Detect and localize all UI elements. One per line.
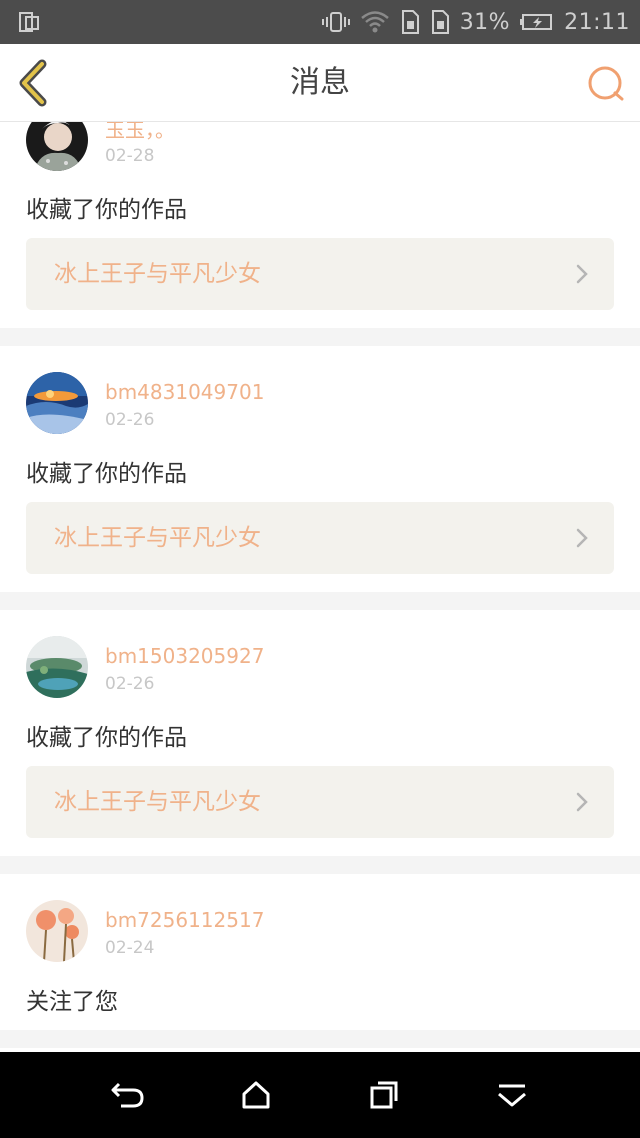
search-button[interactable] — [586, 64, 626, 104]
back-icon — [111, 1082, 144, 1108]
nav-recents-button[interactable] — [344, 1052, 424, 1138]
message-action: 收藏了你的作品 — [26, 197, 187, 223]
avatar[interactable] — [26, 372, 88, 434]
chevron-right-icon — [574, 790, 590, 814]
recents-icon — [370, 1081, 398, 1109]
nav-home-button[interactable] — [216, 1052, 296, 1138]
username[interactable]: 玉玉，。 — [105, 122, 175, 143]
message-date: 02-24 — [105, 938, 155, 958]
username[interactable]: bm1503205927 — [105, 644, 264, 668]
message-card: bm4831049701 02-26 收藏了你的作品 冰上王子与平凡少女 — [0, 346, 640, 592]
message-action: 收藏了你的作品 — [26, 725, 187, 751]
message-date: 02-26 — [105, 674, 155, 694]
message-action: 收藏了你的作品 — [26, 461, 187, 487]
avatar[interactable] — [26, 900, 88, 962]
avatar[interactable] — [26, 122, 88, 171]
nav-back-button[interactable] — [88, 1052, 168, 1138]
screen-mirror-icon — [18, 10, 42, 34]
work-title: 冰上王子与平凡少女 — [54, 789, 261, 815]
work-title: 冰上王子与平凡少女 — [54, 261, 261, 287]
message-date: 02-26 — [105, 410, 155, 430]
work-link[interactable]: 冰上王子与平凡少女 — [26, 502, 614, 574]
chevron-right-icon — [574, 526, 590, 550]
message-date: 02-28 — [105, 146, 155, 166]
clock: 21:11 — [564, 9, 630, 35]
page-title: 消息 — [290, 65, 350, 100]
vibrate-icon — [321, 10, 350, 34]
battery-charging-icon — [520, 12, 554, 32]
message-list[interactable]: 玉玉，。 02-28 收藏了你的作品 冰上王子与平凡少女 bm483104970… — [0, 122, 640, 1052]
hide-nav-icon — [498, 1084, 526, 1107]
app-header: 消息 — [0, 44, 640, 122]
wifi-icon — [360, 9, 390, 35]
home-icon — [242, 1081, 270, 1109]
chevron-right-icon — [574, 262, 590, 286]
system-nav-bar — [0, 1052, 640, 1138]
message-card: bm7256112517 02-24 关注了您 — [0, 874, 640, 1030]
message-card: bm1503205927 02-26 收藏了你的作品 冰上王子与平凡少女 — [0, 610, 640, 856]
message-action: 关注了您 — [26, 989, 118, 1015]
avatar[interactable] — [26, 636, 88, 698]
search-icon — [588, 66, 624, 101]
nav-hide-button[interactable] — [472, 1052, 552, 1138]
message-card: 玉玉，。 02-28 收藏了你的作品 冰上王子与平凡少女 — [0, 122, 640, 328]
sim1-signal-icon — [400, 9, 420, 35]
battery-percent: 31% — [459, 9, 511, 35]
work-link[interactable]: 冰上王子与平凡少女 — [26, 238, 614, 310]
sim2-signal-icon — [430, 9, 450, 35]
username[interactable]: bm4831049701 — [105, 380, 264, 404]
username[interactable]: bm7256112517 — [105, 908, 264, 932]
work-link[interactable]: 冰上王子与平凡少女 — [26, 766, 614, 838]
status-bar: 31% 21:11 — [0, 0, 640, 44]
work-title: 冰上王子与平凡少女 — [54, 525, 261, 551]
